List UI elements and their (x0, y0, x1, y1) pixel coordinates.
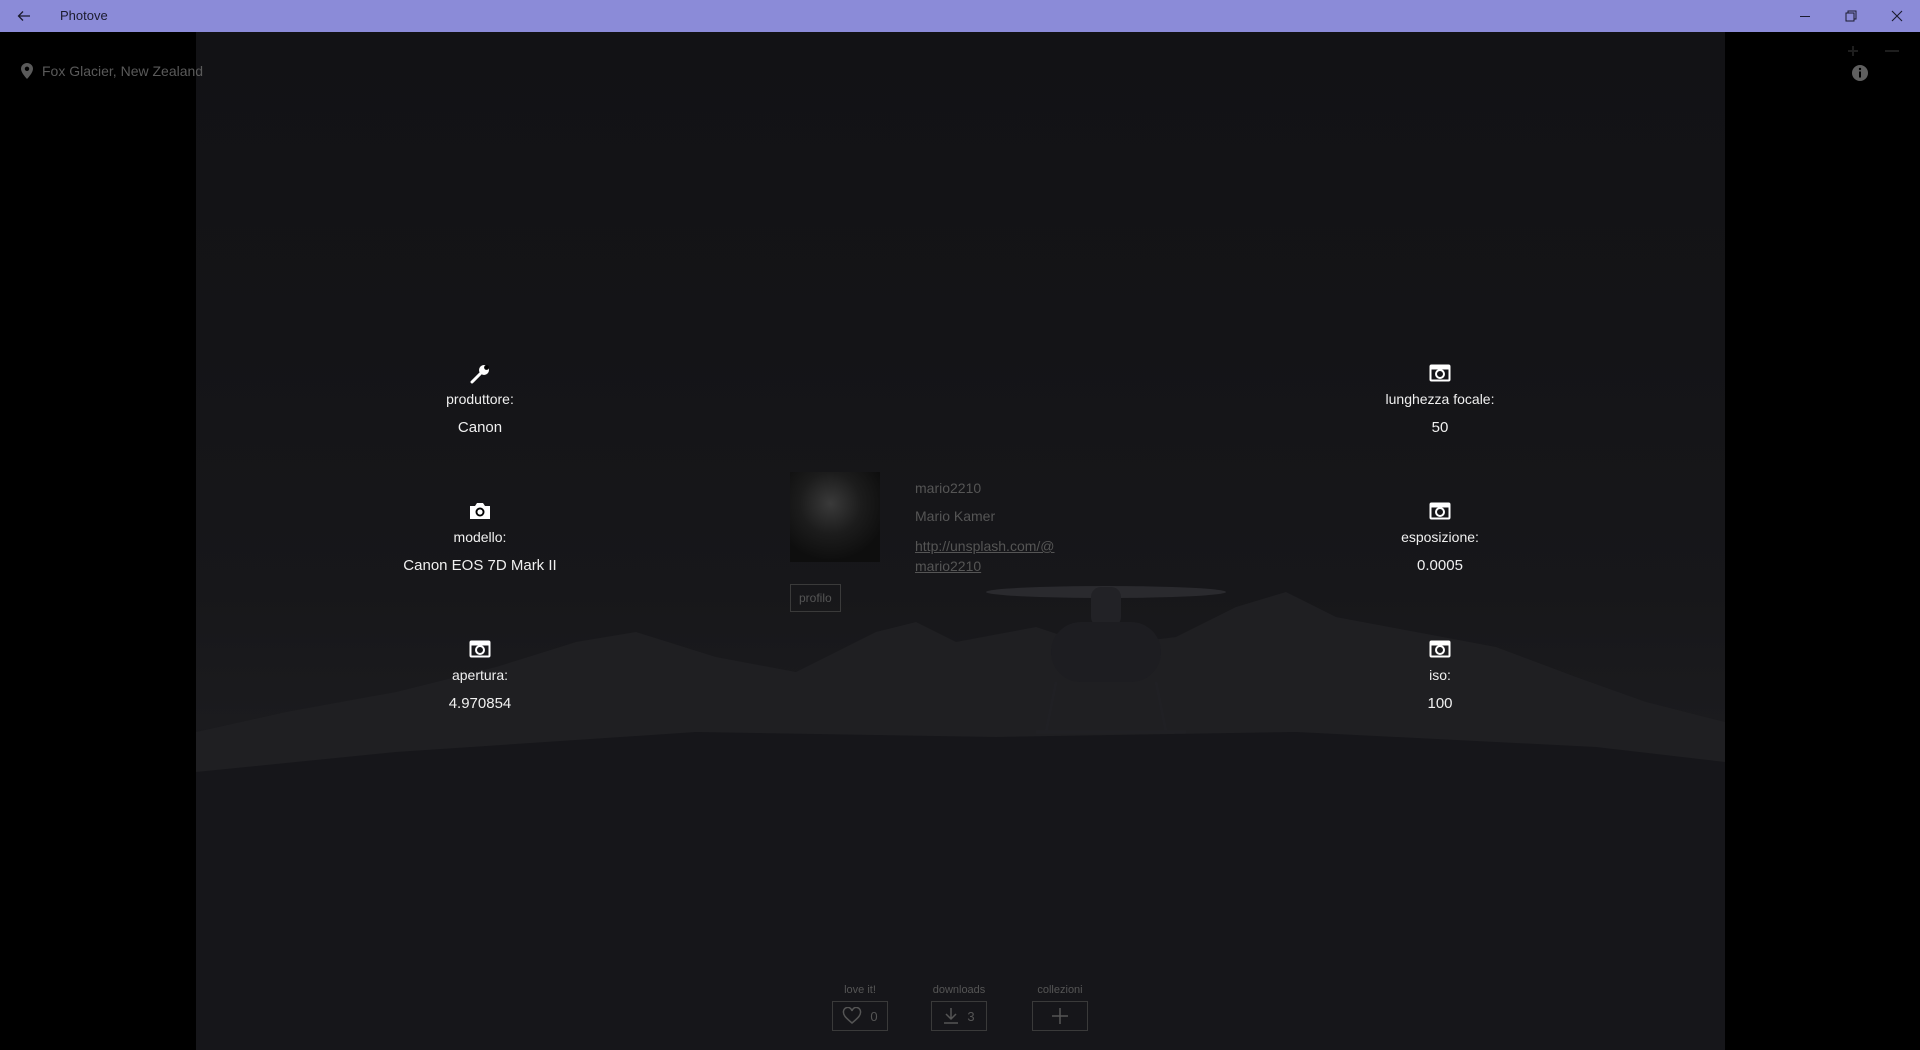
add-to-collection-button[interactable] (1032, 1001, 1088, 1031)
love-label: love it! (844, 984, 876, 996)
love-action: love it! 0 (830, 984, 890, 1031)
aperture-label: apertura: (451, 667, 509, 683)
minimize-icon (1800, 16, 1810, 17)
love-count: 0 (870, 1008, 878, 1024)
love-button[interactable]: 0 (832, 1001, 888, 1031)
camera-icon (470, 503, 490, 519)
restore-icon (1845, 10, 1857, 22)
location: Fox Glacier, New Zealand (20, 62, 203, 80)
user-profile-link[interactable]: http://unsplash.com/@mario2210 (915, 536, 1065, 576)
downloads-label: downloads (932, 984, 986, 996)
avatar (790, 472, 880, 562)
meta-aperture: apertura: 4.970854 (370, 639, 590, 712)
exposure-label: esposizione: (1401, 529, 1479, 545)
minimize-button[interactable] (1782, 0, 1828, 32)
meta-focal-length: lunghezza focale: 50 (1330, 363, 1550, 436)
app-title: Photove (60, 8, 108, 23)
meta-exposure: esposizione: 0.0005 (1330, 501, 1550, 574)
location-pin-icon (21, 63, 33, 79)
title-bar: Photove (0, 0, 1920, 32)
collections-action: collezioni (1030, 984, 1090, 1031)
exposure-value: 0.0005 (1417, 557, 1463, 574)
user-fullname: Mario Kamer (915, 508, 996, 524)
wrench-icon (470, 365, 489, 384)
menu-icon[interactable] (1884, 44, 1900, 58)
model-label: modello: (453, 529, 507, 545)
download-button[interactable]: 3 (931, 1001, 987, 1031)
iso-value: 100 (1427, 695, 1453, 712)
camera-alt-icon (1429, 640, 1451, 658)
heart-icon (843, 1007, 862, 1024)
iso-label: iso: (1429, 667, 1451, 683)
download-count: 3 (967, 1008, 975, 1024)
info-icon (1852, 65, 1868, 81)
manufacturer-label: produttore: (446, 391, 514, 407)
add-icon[interactable] (1846, 44, 1860, 58)
close-icon (1891, 10, 1903, 22)
focal-length-label: lunghezza focale: (1385, 391, 1495, 407)
close-button[interactable] (1874, 0, 1920, 32)
back-arrow-icon (17, 11, 30, 21)
profile-button[interactable]: profilo (790, 584, 841, 612)
restore-button[interactable] (1828, 0, 1874, 32)
camera-alt-icon (1429, 502, 1451, 520)
info-button[interactable] (1849, 62, 1871, 84)
focal-length-value: 50 (1431, 419, 1449, 436)
username: mario2210 (915, 480, 982, 496)
downloads-action: downloads 3 (929, 984, 989, 1031)
plus-icon (1052, 1008, 1068, 1024)
location-text: Fox Glacier, New Zealand (42, 63, 204, 79)
top-right-controls (1846, 44, 1906, 58)
meta-iso: iso: 100 (1330, 639, 1550, 712)
meta-manufacturer: produttore: Canon (370, 363, 590, 436)
download-icon (944, 1008, 959, 1024)
manufacturer-value: Canon (457, 419, 503, 436)
aperture-value: 4.970854 (448, 695, 512, 712)
model-value: Canon EOS 7D Mark II (403, 557, 557, 574)
camera-alt-icon (469, 640, 491, 658)
collections-label: collezioni (1037, 984, 1083, 996)
meta-model: modello: Canon EOS 7D Mark II (370, 501, 590, 574)
camera-alt-icon (1429, 364, 1451, 382)
back-button[interactable] (0, 0, 48, 32)
